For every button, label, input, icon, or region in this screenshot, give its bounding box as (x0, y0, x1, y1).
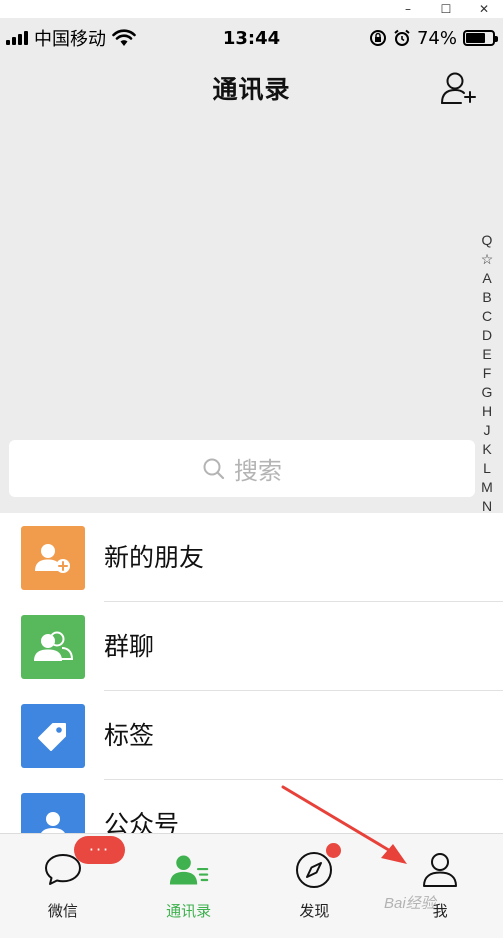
alpha-index-item[interactable]: E (482, 345, 491, 364)
page-title: 通讯录 (212, 75, 291, 104)
group-icon (34, 631, 74, 661)
contact-list: 新的朋友 群聊 标签 公众号 (0, 513, 503, 835)
window-chrome: – ☐ ✕ (0, 0, 503, 18)
list-item-new-friends[interactable]: 新的朋友 (0, 513, 503, 602)
alpha-index-item[interactable]: G (482, 383, 493, 402)
list-item-tags[interactable]: 标签 (0, 691, 503, 780)
close-button[interactable]: ✕ (465, 0, 503, 18)
search-input[interactable]: 搜索 (9, 440, 475, 497)
list-item-label: 标签 (104, 721, 155, 750)
alpha-index-item[interactable]: J (484, 421, 491, 440)
alpha-index-item[interactable]: M (481, 478, 493, 497)
tab-label: 微信 (47, 902, 78, 920)
list-item-official-accounts[interactable]: 公众号 (0, 780, 503, 835)
status-right: 74% (369, 27, 498, 49)
alpha-index-item[interactable]: H (482, 402, 492, 421)
list-item-label: 公众号 (104, 810, 180, 835)
list-item-label: 群聊 (104, 632, 155, 661)
discover-dot-badge (326, 843, 341, 858)
watermark: Bai经验 (384, 895, 436, 912)
tag-icon (38, 723, 66, 751)
contacts-icon (169, 850, 209, 890)
alarm-icon (394, 29, 410, 46)
tab-label: 通讯录 (166, 902, 212, 920)
avatar (21, 526, 85, 590)
alpha-index-item[interactable]: C (482, 307, 492, 326)
tab-contacts[interactable]: 通讯录 (126, 834, 252, 938)
battery-fill (466, 33, 486, 43)
alpha-index-item[interactable]: K (482, 440, 491, 459)
carrier-label: 中国移动 (34, 29, 106, 50)
status-left: 中国移动 (6, 25, 136, 51)
rotation-lock-icon (369, 30, 386, 46)
alpha-index-item[interactable]: F (483, 364, 492, 383)
alpha-index-item[interactable]: A (482, 269, 491, 288)
list-item-label: 新的朋友 (104, 543, 205, 572)
avatar (21, 615, 85, 679)
person-icon (39, 812, 67, 835)
avatar (21, 793, 85, 835)
avatar (21, 704, 85, 768)
tab-discover[interactable]: 发现 (252, 834, 378, 938)
add-person-icon (35, 544, 70, 573)
status-bar: 中国移动 13:44 74% (0, 18, 503, 58)
alpha-index-item[interactable]: B (482, 288, 491, 307)
battery-percent: 74% (416, 27, 457, 49)
alpha-index-item[interactable]: Q (482, 231, 493, 250)
list-item-group-chats[interactable]: 群聊 (0, 602, 503, 691)
tab-me[interactable]: 我 (377, 834, 503, 938)
minimize-button[interactable]: – (389, 0, 427, 18)
nav-bar: 通讯录 (0, 58, 503, 118)
unread-badge: ··· (74, 836, 125, 864)
search-icon (203, 458, 225, 479)
battery-icon (463, 30, 498, 46)
maximize-button[interactable]: ☐ (427, 0, 465, 18)
alpha-index-item[interactable]: ☆ (481, 250, 494, 269)
tab-label: 发现 (299, 902, 330, 920)
alpha-index-item[interactable]: D (482, 326, 492, 345)
add-friend-icon[interactable] (439, 70, 479, 106)
search-placeholder: 搜索 (234, 457, 282, 485)
signal-icon (6, 31, 28, 45)
me-icon (420, 850, 460, 890)
wifi-icon (112, 29, 136, 46)
alpha-index-item[interactable]: L (483, 459, 491, 478)
